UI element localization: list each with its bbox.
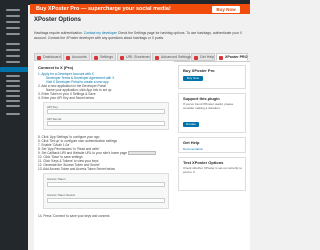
- tab-icon: [219, 56, 223, 60]
- screen: Buy XPoster Pro — supercharge your socia…: [0, 0, 250, 250]
- menu-item-sub6[interactable]: [6, 100, 20, 102]
- tab-label: Dashboard: [43, 55, 61, 59]
- step-14: 14. Press 'Connect' to save your keys an…: [38, 214, 111, 218]
- menu-item-media[interactable]: [6, 21, 20, 23]
- tab-icon: [94, 56, 98, 60]
- promo-banner: Buy XPoster Pro — supercharge your socia…: [30, 4, 250, 14]
- page-title: XPoster Options: [34, 17, 82, 23]
- notice: Hashtags require authentication. Contact…: [34, 31, 246, 40]
- test-card-title: Test XPoster Options: [183, 160, 224, 165]
- menu-item-sub7[interactable]: [6, 105, 20, 107]
- buy-card-title: Buy XPoster Pro: [183, 68, 215, 73]
- menu-item-pages[interactable]: [6, 27, 20, 29]
- sidebar-cards: Buy XPoster Pro Buy Now Support this plu…: [178, 61, 246, 250]
- test-card: Test XPoster Options Check whether XPost…: [178, 157, 246, 191]
- menu-item-sub4[interactable]: [6, 90, 20, 92]
- buy-now-button[interactable]: Buy Now: [212, 5, 240, 13]
- access-token-input[interactable]: [47, 182, 165, 187]
- tab-accounts[interactable]: Accounts: [63, 53, 90, 61]
- help-card-title: Get Help: [183, 140, 200, 145]
- menu-item-sub3[interactable]: [6, 85, 20, 87]
- tab-xposter-pro[interactable]: XPoster PRO: [216, 53, 248, 61]
- menu-item-users[interactable]: [6, 55, 20, 57]
- menu-item-dashboard[interactable]: [6, 9, 20, 11]
- tab-label: Get Help: [200, 55, 215, 59]
- admin-sidebar: [0, 5, 28, 250]
- menu-item-collapse[interactable]: [6, 113, 20, 115]
- documentation-link[interactable]: Documentation: [183, 147, 203, 151]
- buy-card: Buy XPoster Pro Buy Now: [178, 65, 246, 89]
- access-tokens-box: Access Token Access Token Secret: [43, 173, 169, 209]
- help-card: Get Help Documentation: [178, 137, 246, 153]
- step-4: 4. Enter your API Key and Secret below: [38, 96, 94, 100]
- tab-label: XPoster PRO: [225, 55, 248, 59]
- donate-button[interactable]: Donate: [183, 122, 199, 127]
- section-heading: Connect to X (Pro): [38, 65, 74, 70]
- tab-icon: [37, 56, 41, 60]
- access-token-label: Access Token: [47, 177, 66, 181]
- notice-line3: Contact the XPoster developer with any q…: [47, 35, 165, 40]
- menu-item-appearance[interactable]: [6, 43, 20, 45]
- access-token-secret-label: Access Token Secret: [47, 193, 75, 197]
- support-card-text: If you've found XPoster useful, please c…: [183, 102, 234, 110]
- menu-item-comments[interactable]: [6, 33, 20, 35]
- main-content: Connect to X (Pro) 1. Apply for a Develo…: [34, 61, 174, 250]
- tab-icon: [66, 56, 70, 60]
- api-key-input[interactable]: [47, 109, 165, 114]
- tab-icon: [194, 56, 198, 60]
- menu-item-sub1[interactable]: [6, 75, 20, 77]
- tab-dashboard[interactable]: Dashboard: [34, 53, 62, 61]
- support-card-title: Support this plugin: [183, 96, 220, 101]
- menu-item-posts[interactable]: [6, 15, 20, 17]
- tab-label: Settings: [100, 55, 113, 59]
- tab-icon: [120, 56, 124, 60]
- tab-label: URL Shortener: [126, 55, 150, 59]
- tab-advanced-settings[interactable]: Advanced Settings: [152, 53, 191, 61]
- menu-item-plugins[interactable]: [6, 49, 20, 51]
- menu-item-sub2[interactable]: [6, 80, 20, 82]
- tab-get-help[interactable]: Get Help: [191, 53, 215, 61]
- menu-item-settings[interactable]: [0, 67, 28, 72]
- notice-link[interactable]: Contact my developer: [84, 31, 117, 35]
- tab-url-shortener[interactable]: URL Shortener: [117, 53, 151, 61]
- tab-settings[interactable]: Settings: [91, 53, 116, 61]
- test-card-text: Check whether XPoster is set up correctl…: [183, 166, 243, 174]
- tab-icon: [155, 56, 159, 60]
- promo-text: Buy XPoster Pro — supercharge your socia…: [36, 5, 171, 12]
- tab-label: Accounts: [72, 55, 87, 59]
- tab-label: Advanced Settings: [161, 55, 191, 59]
- menu-item-sub5[interactable]: [6, 95, 20, 97]
- api-secret-input[interactable]: [47, 121, 165, 126]
- callback-url-field[interactable]: [127, 151, 156, 155]
- notice-line1: Hashtags require authentication.: [34, 31, 83, 35]
- api-keys-box: API Key API Secret: [43, 102, 169, 130]
- buy-card-button[interactable]: Buy Now: [183, 76, 203, 81]
- support-card: Support this plugin If you've found XPos…: [178, 93, 246, 133]
- step-13: 13. Add Access Token and Access Token Se…: [38, 167, 115, 171]
- access-token-secret-input[interactable]: [47, 198, 165, 203]
- menu-item-tools[interactable]: [6, 61, 20, 63]
- tab-bar: Dashboard Accounts Settings URL Shortene…: [34, 53, 248, 61]
